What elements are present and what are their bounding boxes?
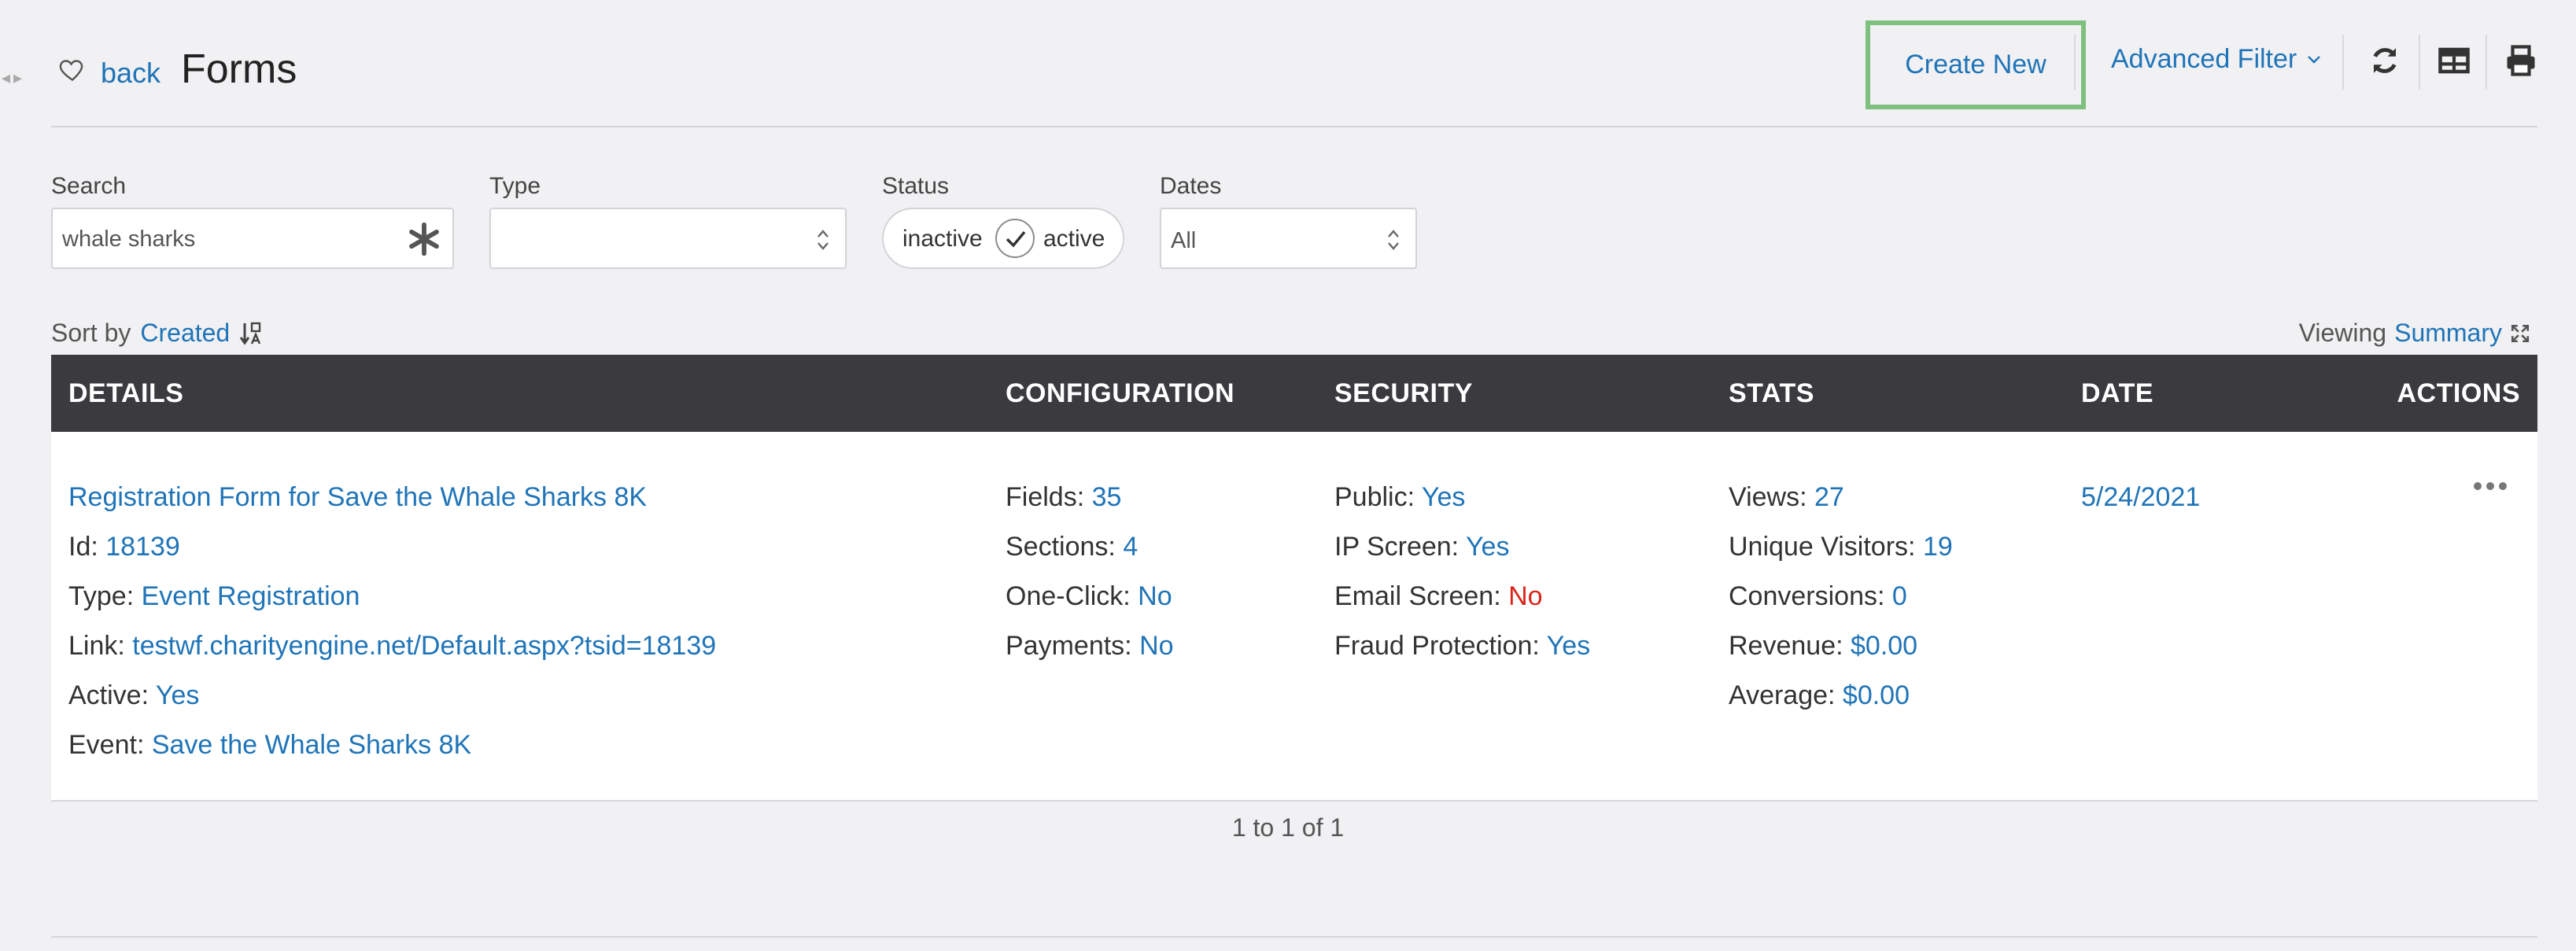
sort-direction-icon[interactable]	[239, 320, 263, 347]
dates-select[interactable]: All	[1160, 208, 1417, 269]
ip-screen-label: IP Screen:	[1334, 532, 1460, 562]
public-value[interactable]: Yes	[1422, 482, 1465, 512]
configuration-cell: Fields: 35 Sections: 4 One-Click: No Pay…	[1006, 473, 1174, 671]
col-header-configuration[interactable]: CONFIGURATION	[1006, 378, 1234, 409]
header-divider	[2486, 35, 2487, 90]
ip-screen-value[interactable]: Yes	[1466, 532, 1509, 562]
average-label: Average:	[1729, 680, 1836, 710]
conversions-value[interactable]: 0	[1892, 581, 1907, 611]
status-inactive-label: inactive	[902, 226, 983, 252]
header-divider	[2419, 35, 2420, 90]
type-field-label: Type:	[68, 581, 135, 611]
footer-divider	[51, 936, 2537, 938]
dates-value: All	[1171, 228, 1197, 253]
form-title-link[interactable]: Registration Form for Save the Whale Sha…	[68, 482, 647, 512]
col-header-details[interactable]: DETAILS	[68, 378, 183, 409]
header-divider-line	[51, 126, 2537, 127]
sections-label: Sections:	[1006, 532, 1116, 562]
col-header-date[interactable]: DATE	[2081, 378, 2153, 409]
chevron-left-right-icon[interactable]: ◂▸	[2, 68, 25, 88]
pagination-info: 1 to 1 of 1	[1231, 813, 1345, 842]
status-toggle[interactable]: inactive active	[882, 208, 1124, 269]
email-screen-value[interactable]: No	[1508, 581, 1542, 611]
details-cell: Registration Form for Save the Whale Sha…	[68, 473, 716, 770]
sort-prefix: Sort by	[51, 319, 131, 347]
page-title: Forms	[181, 46, 297, 92]
sort-control: Sort by Created	[51, 319, 263, 348]
sort-field-link[interactable]: Created	[140, 319, 230, 348]
payments-value[interactable]: No	[1139, 631, 1173, 661]
create-new-button[interactable]: Create New	[1866, 20, 2086, 109]
col-header-security[interactable]: SECURITY	[1334, 378, 1473, 409]
select-arrows-icon	[1388, 230, 1399, 250]
refresh-icon[interactable]	[2368, 44, 2401, 77]
unique-visitors-value[interactable]: 19	[1923, 532, 1953, 562]
revenue-value[interactable]: $0.00	[1851, 631, 1917, 661]
search-label: Search	[51, 173, 127, 199]
type-select[interactable]	[489, 208, 847, 269]
conversions-label: Conversions:	[1729, 581, 1885, 611]
expand-icon[interactable]	[2510, 323, 2530, 344]
advanced-filter-button[interactable]: Advanced Filter	[2111, 44, 2322, 75]
viewing-control: Viewing Summary	[2299, 319, 2530, 348]
fraud-label: Fraud Protection:	[1334, 631, 1540, 661]
fields-value[interactable]: 35	[1092, 482, 1122, 512]
dates-label: Dates	[1160, 173, 1222, 199]
back-link[interactable]: back	[101, 57, 161, 90]
event-link[interactable]: Save the Whale Sharks 8K	[152, 730, 471, 760]
unique-visitors-label: Unique Visitors:	[1729, 532, 1916, 562]
asterisk-icon[interactable]	[407, 222, 441, 256]
header-divider	[2342, 35, 2344, 90]
table-icon[interactable]	[2438, 44, 2471, 77]
search-input[interactable]: whale sharks	[51, 208, 454, 269]
fraud-value[interactable]: Yes	[1547, 631, 1590, 661]
table-header: DETAILS CONFIGURATION SECURITY STATS DAT…	[51, 355, 2537, 432]
link-label: Link:	[68, 631, 125, 661]
views-value[interactable]: 27	[1814, 482, 1844, 512]
public-label: Public:	[1334, 482, 1415, 512]
type-label: Type	[489, 173, 541, 199]
email-screen-label: Email Screen:	[1334, 581, 1501, 611]
col-header-actions: ACTIONS	[2397, 378, 2520, 408]
col-header-stats[interactable]: STATS	[1729, 378, 1814, 409]
more-actions-icon[interactable]	[2473, 481, 2508, 492]
table-row: Registration Form for Save the Whale Sha…	[51, 432, 2537, 802]
check-icon	[1006, 230, 1026, 248]
date-link[interactable]: 5/24/2021	[2081, 482, 2200, 512]
form-url-link[interactable]: testwf.charityengine.net/Default.aspx?ts…	[132, 631, 716, 661]
search-value: whale sharks	[62, 227, 196, 252]
header-divider	[2074, 35, 2076, 90]
stats-cell: Views: 27 Unique Visitors: 19 Conversion…	[1729, 473, 1953, 721]
fields-label: Fields:	[1006, 482, 1085, 512]
oneclick-value[interactable]: No	[1138, 581, 1172, 611]
viewing-mode-link[interactable]: Summary	[2394, 319, 2502, 348]
payments-label: Payments:	[1006, 631, 1132, 661]
average-value[interactable]: $0.00	[1843, 680, 1910, 710]
event-label: Event:	[68, 730, 145, 760]
print-icon[interactable]	[2504, 44, 2537, 77]
advanced-filter-label: Advanced Filter	[2111, 44, 2297, 74]
oneclick-label: One-Click:	[1006, 581, 1131, 611]
create-new-label: Create New	[1905, 50, 2046, 79]
views-label: Views:	[1729, 482, 1807, 512]
status-active-label: active	[1043, 226, 1105, 252]
security-cell: Public: Yes IP Screen: Yes Email Screen:…	[1334, 473, 1590, 671]
viewing-prefix: Viewing	[2298, 319, 2387, 347]
toggle-knob[interactable]	[995, 219, 1035, 258]
revenue-label: Revenue:	[1729, 631, 1843, 661]
active-value[interactable]: Yes	[156, 680, 199, 710]
active-label: Active:	[68, 680, 149, 710]
heart-icon[interactable]	[58, 55, 87, 83]
status-label: Status	[882, 173, 950, 199]
select-arrows-icon	[817, 230, 829, 250]
id-value[interactable]: 18139	[105, 532, 180, 562]
chevron-down-icon	[2308, 55, 2321, 64]
id-label: Id:	[68, 532, 98, 562]
type-value[interactable]: Event Registration	[142, 581, 360, 611]
date-cell: 5/24/2021	[2081, 473, 2200, 522]
sections-value[interactable]: 4	[1123, 532, 1138, 562]
